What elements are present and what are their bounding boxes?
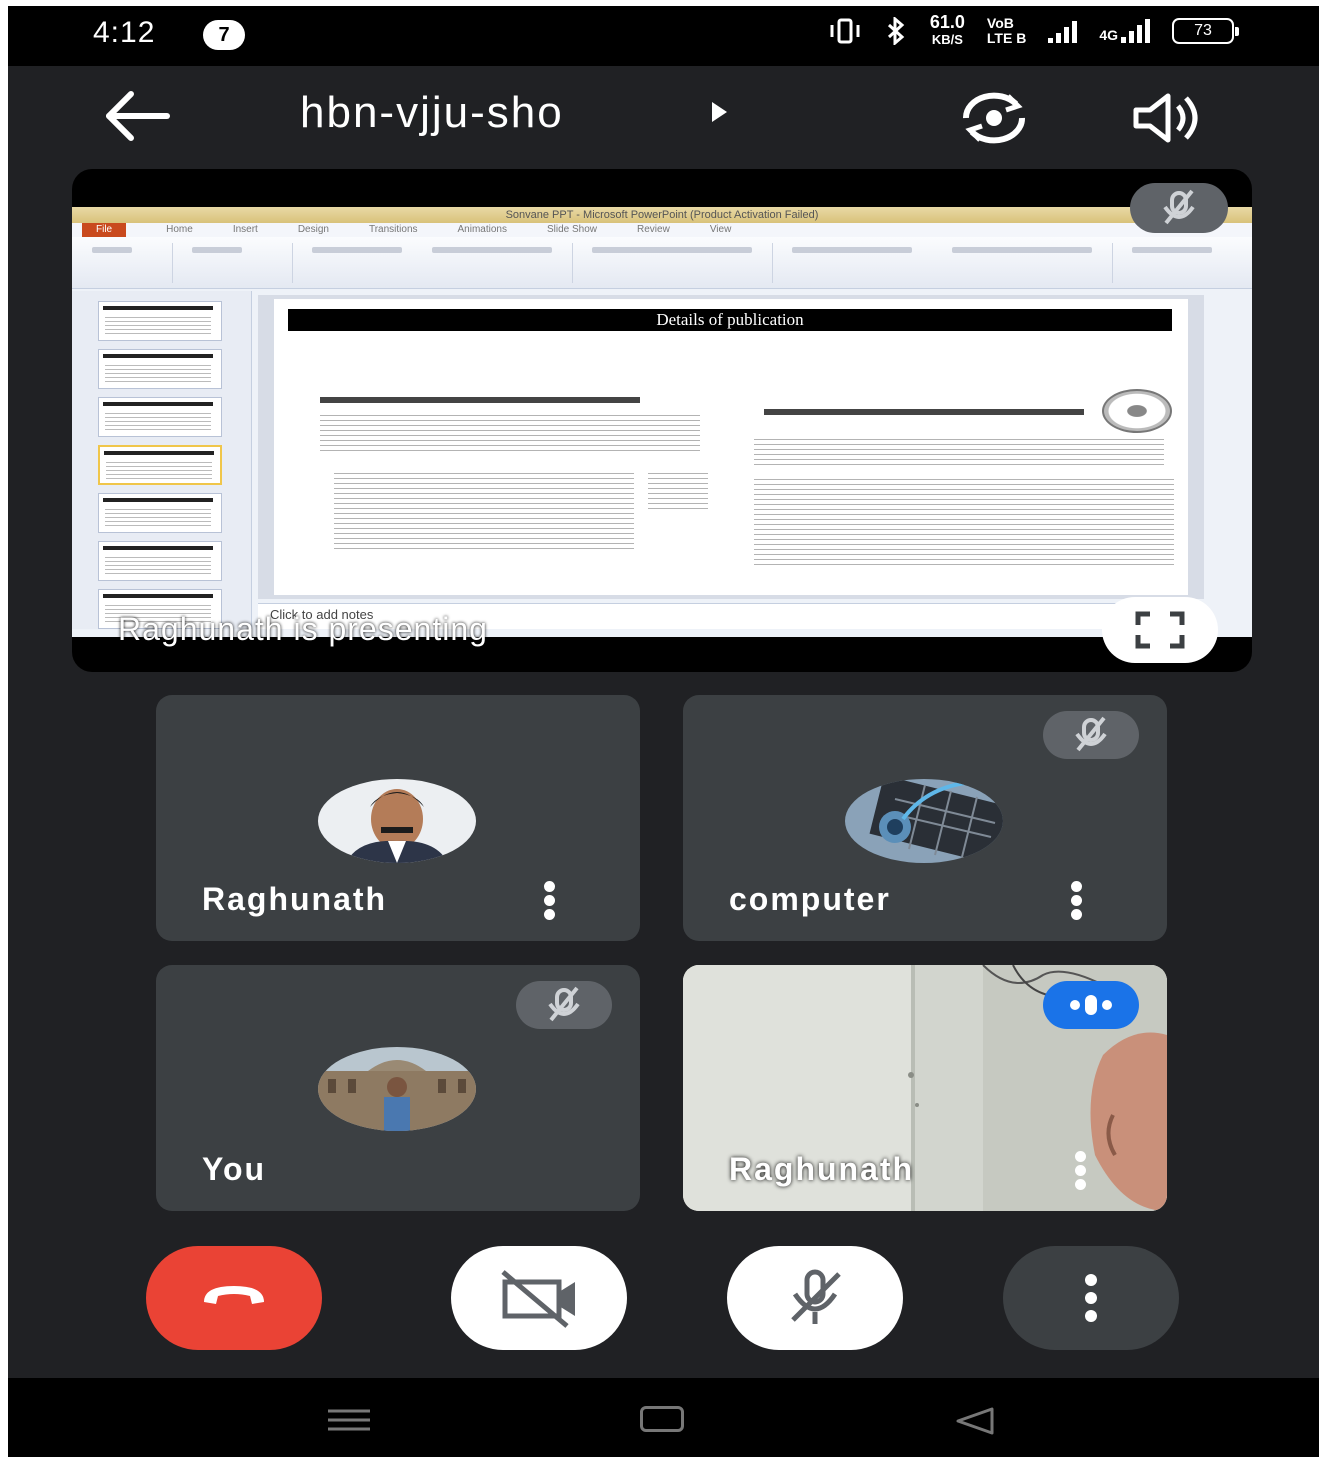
participant-tile[interactable]: Raghunath: [156, 695, 640, 941]
slide-thumbnail: [98, 493, 222, 533]
slide-thumbnail: [98, 541, 222, 581]
muted-indicator: [516, 981, 612, 1029]
slide-thumbnail: [98, 301, 222, 341]
end-call-button[interactable]: [146, 1246, 322, 1350]
more-options-icon[interactable]: [1067, 881, 1087, 921]
current-slide: Details of publication: [274, 299, 1188, 595]
ppt-tab: Insert: [232, 224, 258, 235]
status-time: 4:12: [93, 16, 156, 49]
hang-up-icon: [204, 1286, 264, 1304]
switch-camera-icon[interactable]: [954, 90, 1034, 146]
ppt-window-title: Sonvane PPT - Microsoft PowerPoint (Prod…: [72, 207, 1252, 223]
ppt-ribbon-tabs: File Home Insert Design Transitions Anim…: [72, 223, 1252, 237]
presenter-muted-indicator: [1130, 183, 1228, 233]
ppt-tab: Design: [297, 224, 329, 235]
notification-badge: 7: [203, 20, 245, 50]
ppt-ribbon: [72, 237, 1252, 289]
ppt-tab: View: [709, 224, 732, 235]
slide-canvas: Details of publication: [258, 295, 1204, 599]
avatar: [318, 1047, 476, 1131]
more-options-icon[interactable]: [540, 881, 560, 921]
call-header: hbn-vjju-sho: [8, 66, 1319, 166]
nav-back-icon[interactable]: [954, 1406, 996, 1436]
battery-indicator: 73: [1172, 18, 1239, 44]
play-arrow-icon[interactable]: [712, 102, 727, 122]
speaker-icon[interactable]: [1132, 92, 1208, 144]
volte-bottom: LTE B: [986, 30, 1027, 46]
vibrate-icon: [830, 18, 860, 44]
camera-off-icon: [501, 1270, 575, 1328]
ppt-tab: Slide Show: [546, 224, 598, 235]
mic-off-icon: [1075, 716, 1107, 752]
slide-thumbnail: [98, 397, 222, 437]
ppt-tab: Transitions: [368, 224, 418, 235]
participant-tile[interactable]: computer: [683, 695, 1167, 941]
meet-call-screen: 4:12 7 61.0 KB/S VoB LTE B 4G 73 hbn-vjj…: [8, 6, 1319, 1457]
ppt-tab: Home: [166, 224, 193, 235]
system-nav-bar: [8, 1378, 1319, 1457]
mobile-data-signal: 4G: [1099, 19, 1150, 43]
speaking-indicator: [1043, 981, 1139, 1029]
avatar: [845, 779, 1003, 863]
meeting-code[interactable]: hbn-vjju-sho: [300, 88, 564, 138]
slide-thumbnail: [98, 349, 222, 389]
audio-level-icon: [1070, 995, 1112, 1015]
participant-name: Raghunath: [202, 881, 388, 917]
fullscreen-button[interactable]: [1102, 597, 1218, 663]
network-type: 4G: [1099, 27, 1118, 43]
bluetooth-icon: [887, 17, 905, 45]
signal-strength-icon-2: [1121, 19, 1150, 43]
presenting-label: Raghunath is presenting: [118, 611, 488, 647]
mic-off-icon: [791, 1269, 841, 1324]
volte-top: VoB: [986, 15, 1014, 31]
participant-name: Raghunath: [729, 1151, 915, 1187]
participant-tile-self[interactable]: You: [156, 965, 640, 1211]
fullscreen-icon: [1135, 611, 1185, 649]
ppt-tab: Animations: [457, 224, 507, 235]
ppt-tab: Review: [637, 224, 670, 235]
slide-heading: Details of publication: [288, 309, 1172, 331]
participant-name: computer: [729, 881, 891, 917]
more-options-button[interactable]: [1003, 1246, 1179, 1350]
shared-screen: Sonvane PPT - Microsoft PowerPoint (Prod…: [72, 207, 1252, 637]
mic-off-icon: [548, 986, 580, 1022]
mic-off-icon: [1163, 189, 1195, 225]
mic-off-button[interactable]: [727, 1246, 903, 1350]
call-controls: [8, 1246, 1319, 1356]
slide-thumbnail-selected: [98, 445, 222, 485]
back-arrow-icon[interactable]: [103, 88, 173, 144]
status-bar: 4:12 7 61.0 KB/S VoB LTE B 4G 73: [8, 6, 1319, 66]
avatar: [318, 779, 476, 863]
presentation-tile[interactable]: Sonvane PPT - Microsoft PowerPoint (Prod…: [72, 169, 1252, 672]
volte-indicator: VoB LTE B: [987, 16, 1026, 46]
home-icon[interactable]: [640, 1406, 684, 1432]
signal-strength-icon: [1048, 19, 1078, 43]
participant-name: You: [202, 1151, 267, 1187]
recent-apps-icon[interactable]: [326, 1408, 372, 1432]
participant-tile-video[interactable]: Raghunath: [683, 965, 1167, 1211]
network-speed-value: 61.0: [929, 12, 965, 32]
more-vertical-icon: [1085, 1274, 1097, 1322]
journal-seal-icon: [1102, 389, 1172, 433]
slide-thumbnails: [72, 291, 252, 629]
muted-indicator: [1043, 711, 1139, 759]
network-speed-unit: KB/S: [931, 32, 963, 47]
network-speed: 61.0 KB/S: [929, 12, 965, 48]
ppt-tab: File: [82, 223, 127, 237]
more-options-icon[interactable]: [1071, 1151, 1091, 1191]
camera-off-button[interactable]: [451, 1246, 627, 1350]
